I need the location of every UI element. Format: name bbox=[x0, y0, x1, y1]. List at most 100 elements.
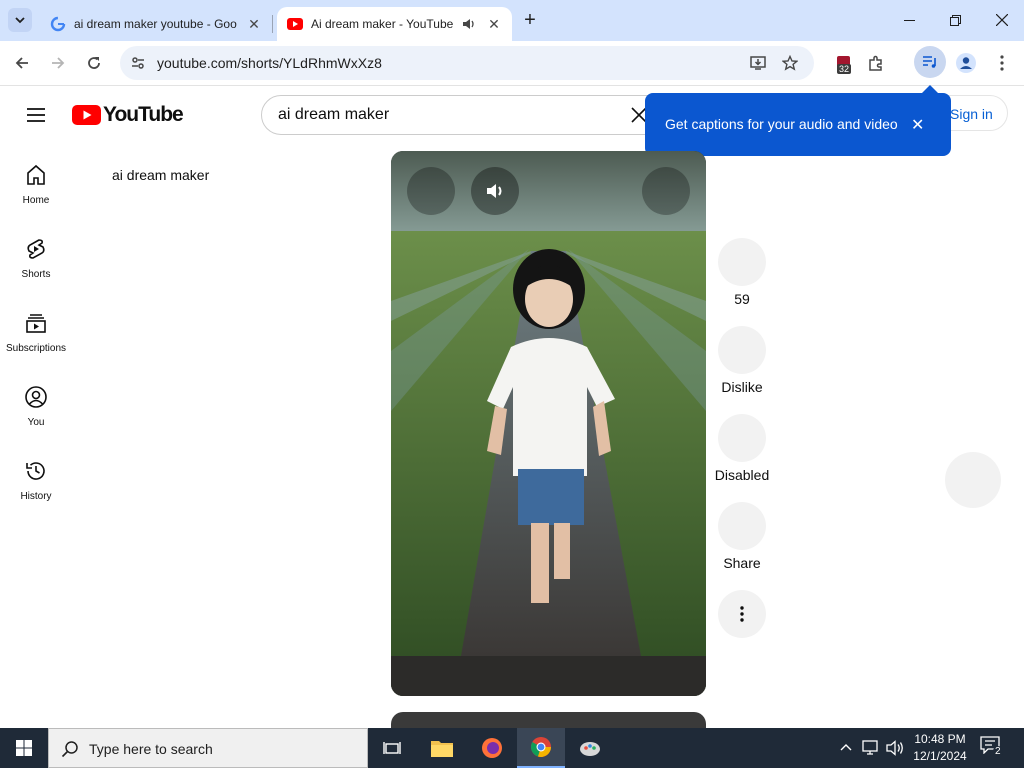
puzzle-icon bbox=[869, 55, 882, 71]
firefox-button[interactable] bbox=[468, 728, 516, 768]
restore-icon bbox=[950, 15, 961, 26]
speaker-icon[interactable] bbox=[462, 18, 476, 30]
windows-taskbar: Type here to search 10:48 PM 12/1/2024 2 bbox=[0, 728, 1024, 768]
forward-button[interactable] bbox=[44, 49, 72, 77]
captions-tooltip: Get captions for your audio and video ✕ bbox=[645, 85, 951, 156]
browser-toolbar: youtube.com/shorts/YLdRhmWxXz8 32 bbox=[0, 41, 1024, 86]
sidebar-item-history[interactable]: History bbox=[0, 459, 72, 533]
you-icon bbox=[25, 386, 47, 408]
restore-button[interactable] bbox=[942, 8, 970, 32]
channel-title[interactable]: ai dream maker bbox=[112, 167, 209, 183]
more-vertical-icon bbox=[740, 606, 744, 622]
network-icon[interactable] bbox=[862, 740, 880, 756]
tooltip-arrow bbox=[921, 85, 939, 94]
more-actions-button[interactable] bbox=[718, 590, 766, 638]
site-settings-icon[interactable] bbox=[130, 55, 146, 71]
windows-logo-icon bbox=[16, 740, 32, 756]
taskbar-search-placeholder: Type here to search bbox=[89, 741, 213, 757]
shorts-video-player[interactable] bbox=[391, 151, 706, 696]
task-view-button[interactable] bbox=[368, 728, 416, 768]
install-app-icon[interactable] bbox=[750, 55, 766, 71]
start-button[interactable] bbox=[0, 728, 48, 768]
google-icon bbox=[50, 16, 66, 32]
youtube-logo[interactable]: YouTube bbox=[72, 103, 184, 126]
sidebar-item-you[interactable]: You bbox=[0, 385, 72, 459]
youtube-icon bbox=[287, 18, 303, 30]
extensions-menu-button[interactable] bbox=[862, 49, 890, 77]
sidebar-item-home[interactable]: Home bbox=[0, 163, 72, 237]
folder-icon bbox=[431, 741, 453, 757]
comments-button[interactable] bbox=[718, 414, 766, 462]
chrome-taskbar-button[interactable] bbox=[517, 728, 565, 768]
sidebar-item-shorts[interactable]: Shorts bbox=[0, 237, 72, 311]
tab-close-button[interactable]: ✕ bbox=[246, 16, 262, 32]
media-controls-button[interactable] bbox=[914, 46, 946, 78]
media-queue-icon bbox=[923, 56, 936, 68]
close-window-button[interactable] bbox=[988, 8, 1016, 32]
tab-separator bbox=[272, 15, 273, 33]
minimize-button[interactable] bbox=[896, 8, 924, 32]
bookmark-star-icon[interactable] bbox=[782, 55, 798, 71]
sidebar-item-label: Shorts bbox=[21, 269, 51, 280]
palette-icon bbox=[580, 742, 600, 756]
tab-youtube[interactable]: Ai dream maker - YouTube ✕ bbox=[277, 7, 512, 41]
reload-button[interactable] bbox=[80, 49, 108, 77]
clock-time: 10:48 PM bbox=[914, 732, 966, 746]
share-button[interactable] bbox=[718, 502, 766, 550]
clock[interactable]: 10:48 PM 12/1/2024 bbox=[908, 731, 972, 765]
search-icon bbox=[61, 741, 78, 758]
sign-in-label: Sign in bbox=[950, 106, 993, 122]
chevron-down-icon bbox=[15, 17, 25, 24]
back-button[interactable] bbox=[8, 49, 36, 77]
share-label: Share bbox=[723, 555, 761, 571]
dislike-button[interactable] bbox=[718, 326, 766, 374]
tooltip-text: Get captions for your audio and video bbox=[665, 116, 898, 132]
guide-menu-button[interactable] bbox=[24, 103, 48, 127]
sidebar-item-label: History bbox=[20, 491, 52, 502]
address-bar[interactable]: youtube.com/shorts/YLdRhmWxXz8 bbox=[120, 46, 814, 80]
hamburger-icon bbox=[27, 108, 45, 122]
mute-button[interactable] bbox=[471, 167, 519, 215]
new-tab-button[interactable]: + bbox=[520, 10, 540, 30]
extension-button[interactable]: 32 bbox=[830, 49, 858, 77]
subscriptions-icon bbox=[26, 314, 46, 333]
dislike-label: Dislike bbox=[721, 379, 763, 395]
search-query: ai dream maker bbox=[278, 106, 390, 123]
player-right-button[interactable] bbox=[642, 167, 690, 215]
tab-search-button[interactable] bbox=[8, 8, 32, 32]
chrome-icon bbox=[530, 737, 551, 757]
tab-google-search[interactable]: ai dream maker youtube - Goo ✕ bbox=[40, 7, 272, 41]
player-left-button[interactable] bbox=[407, 167, 455, 215]
comments-label: Disabled bbox=[714, 467, 770, 483]
paint-app-button[interactable] bbox=[566, 728, 614, 768]
clock-date: 12/1/2024 bbox=[913, 749, 967, 763]
video-frame bbox=[391, 151, 706, 696]
next-video-button[interactable] bbox=[945, 452, 1001, 508]
chrome-menu-button[interactable] bbox=[988, 49, 1016, 77]
reload-icon bbox=[88, 57, 100, 69]
sidebar-item-subscriptions[interactable]: Subscriptions bbox=[0, 311, 72, 385]
profile-button[interactable] bbox=[952, 49, 980, 77]
search-input[interactable]: ai dream maker bbox=[261, 95, 681, 135]
volume-tray-icon[interactable] bbox=[886, 740, 904, 756]
youtube-logo-text: YouTube bbox=[103, 103, 184, 126]
arrow-right-icon bbox=[52, 57, 65, 69]
more-vertical-icon bbox=[1000, 55, 1004, 71]
tooltip-close-button[interactable]: ✕ bbox=[911, 115, 924, 135]
sidebar-item-label: Subscriptions bbox=[5, 343, 67, 354]
extension-badge: 32 bbox=[837, 64, 852, 74]
like-count: 59 bbox=[734, 291, 750, 307]
sidebar-item-label: You bbox=[27, 417, 45, 428]
action-center-button[interactable]: 2 bbox=[980, 736, 1006, 760]
browser-tab-strip: ai dream maker youtube - Goo ✕ Ai dream … bbox=[0, 0, 1024, 41]
show-hidden-icons-icon[interactable] bbox=[840, 743, 852, 751]
notification-count: 2 bbox=[993, 746, 1003, 757]
arrow-left-icon bbox=[15, 57, 28, 69]
history-icon bbox=[26, 462, 45, 480]
firefox-icon bbox=[482, 738, 502, 758]
task-view-icon bbox=[383, 742, 401, 754]
file-explorer-button[interactable] bbox=[418, 728, 466, 768]
tab-close-button[interactable]: ✕ bbox=[486, 16, 502, 32]
like-button[interactable] bbox=[718, 238, 766, 286]
taskbar-search-input[interactable]: Type here to search bbox=[48, 728, 368, 768]
